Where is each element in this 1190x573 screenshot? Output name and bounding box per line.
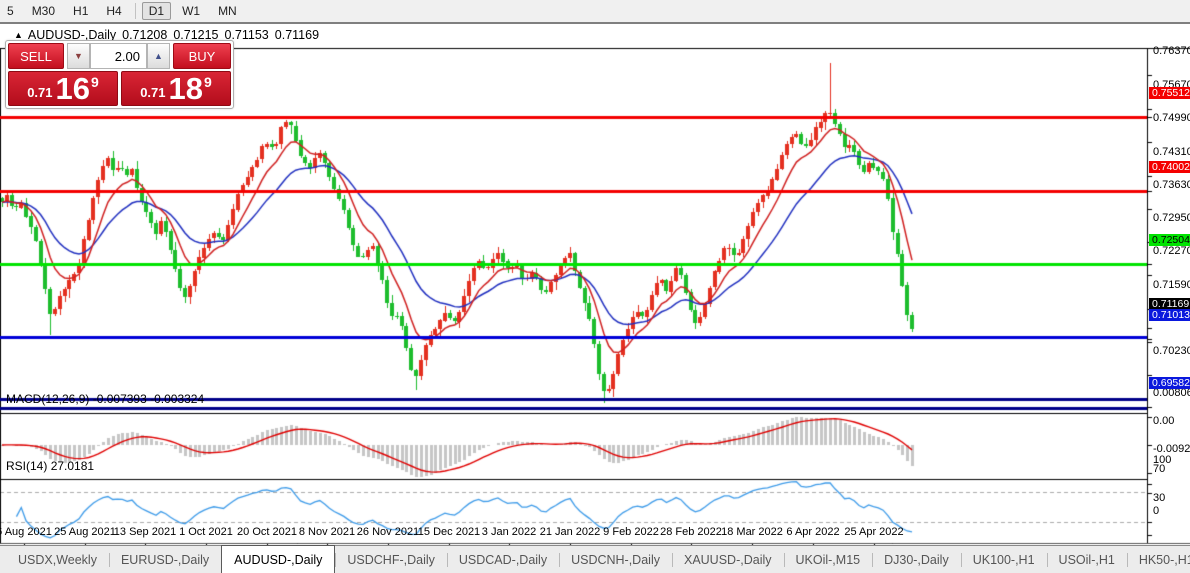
timeframe-button-mn[interactable]: MN <box>211 2 244 20</box>
price-level-tag: 0.71013 <box>1149 309 1190 321</box>
chart-tab-usoil[interactable]: USOil-,H1 <box>1046 546 1127 573</box>
date-tick-label: 8 Nov 2021 <box>298 526 356 538</box>
date-tick-label: 18 Mar 2022 <box>721 526 783 538</box>
price-tick-label: 0.72950 <box>1153 212 1190 224</box>
chart-tab-ukoil[interactable]: UKOil-,M15 <box>783 546 873 573</box>
one-click-trading-panel: SELL ▼ 2.00 ▲ BUY 0.71 16 9 0.71 18 9 <box>5 40 234 109</box>
toolbar-separator <box>134 3 136 19</box>
chart-tab-xauusd[interactable]: XAUUSD-,Daily <box>671 546 784 573</box>
chart-tab-hk50[interactable]: HK50-,H1 <box>1126 546 1190 573</box>
buy-price-prefix: 0.71 <box>140 85 166 100</box>
price-tick-label: 0.71590 <box>1153 279 1190 291</box>
timeframe-button-w1[interactable]: W1 <box>175 2 207 20</box>
chart-tab-eurusd[interactable]: EURUSD-,Daily <box>108 546 221 573</box>
macd-indicator-label: MACD(12,26,9) -0.007393 -0.003324 <box>6 392 205 406</box>
sell-price-prefix: 0.71 <box>27 85 53 100</box>
sell-price-big: 16 <box>55 70 90 106</box>
date-tick-label: 25 Apr 2022 <box>844 526 904 538</box>
chart-tab-usdcnh[interactable]: USDCNH-,Daily <box>559 546 672 573</box>
date-tick-label: 26 Nov 2021 <box>356 526 420 538</box>
volume-increase-button[interactable]: ▲ <box>147 43 170 69</box>
trading-platform-window: 5 M30 H1 H4 D1 W1 MN ▲ AUDUSD-,Daily 0.71208 0.71… <box>0 0 1190 573</box>
price-level-tag: 0.75512 <box>1149 87 1190 99</box>
price-tick-label: 0.74990 <box>1153 112 1190 124</box>
rsi-tick-label: 70 <box>1153 463 1166 475</box>
buy-price-pip: 9 <box>204 74 212 90</box>
timeframe-button-m30[interactable]: M30 <box>25 2 62 20</box>
timeframe-button-h1[interactable]: H1 <box>66 2 95 20</box>
macd-tick-label: 0.00 <box>1153 415 1175 427</box>
one-click-collapse-icon[interactable]: ▲ <box>14 30 23 40</box>
chevron-up-icon: ▲ <box>154 51 163 61</box>
chevron-down-icon: ▼ <box>74 51 83 61</box>
date-tick-label: 6 Apr 2022 <box>786 526 840 538</box>
volume-decrease-button[interactable]: ▼ <box>67 43 90 69</box>
price-tick-label: 0.72270 <box>1153 245 1190 257</box>
ohlc-close: 0.71169 <box>274 28 320 42</box>
chart-tab-audusd[interactable]: AUDUSD-,Daily <box>221 545 336 573</box>
chart-tab-uk100[interactable]: UK100-,H1 <box>960 546 1047 573</box>
price-level-tag: 0.69582 <box>1149 377 1190 389</box>
buy-button[interactable]: BUY <box>173 43 231 69</box>
date-tick-label: 28 Feb 2022 <box>660 526 722 538</box>
date-tick-label: 3 Jan 2022 <box>481 526 537 538</box>
timeframe-button-h4[interactable]: H4 <box>99 2 128 20</box>
chart-tab-usdcad[interactable]: USDCAD-,Daily <box>446 546 559 573</box>
buy-price-display[interactable]: 0.71 18 9 <box>121 71 231 106</box>
price-tick-label: 0.74310 <box>1153 146 1190 158</box>
price-tick-label: 0.70230 <box>1153 345 1190 357</box>
chart-tab-usdchf[interactable]: USDCHF-,Daily <box>335 546 447 573</box>
sell-price-pip: 9 <box>91 74 99 90</box>
date-tick-label: 1 Oct 2021 <box>179 526 233 538</box>
rsi-indicator-label: RSI(14) 27.0181 <box>6 459 95 473</box>
timeframe-button-5[interactable]: 5 <box>0 2 21 20</box>
timeframe-toolbar: 5 M30 H1 H4 D1 W1 MN <box>0 0 1190 24</box>
buy-price-big: 18 <box>168 70 203 106</box>
chart-tab-bar: USDX,Weekly EURUSD-,Daily AUDUSD-,Daily USD… <box>0 545 1190 573</box>
volume-input[interactable]: 2.00 <box>90 43 147 69</box>
sell-button[interactable]: SELL <box>8 43 64 69</box>
rsi-tick-label: 0 <box>1153 505 1160 517</box>
rsi-tick-label: 30 <box>1153 492 1166 504</box>
price-level-tag: 0.72504 <box>1149 234 1190 246</box>
price-tick-label: 0.73630 <box>1153 179 1190 191</box>
sell-price-display[interactable]: 0.71 16 9 <box>8 71 118 106</box>
date-tick-label: 13 Sep 2021 <box>113 526 177 538</box>
timeframe-button-d1[interactable]: D1 <box>141 2 172 20</box>
price-level-tag: 0.74002 <box>1149 161 1190 173</box>
date-tick-label: 21 Jan 2022 <box>539 526 601 538</box>
chart-tab-usdx[interactable]: USDX,Weekly <box>6 546 109 573</box>
price-tick-label: 0.76370 <box>1153 45 1190 57</box>
chart-tab-dj30[interactable]: DJ30-,Daily <box>872 546 961 573</box>
